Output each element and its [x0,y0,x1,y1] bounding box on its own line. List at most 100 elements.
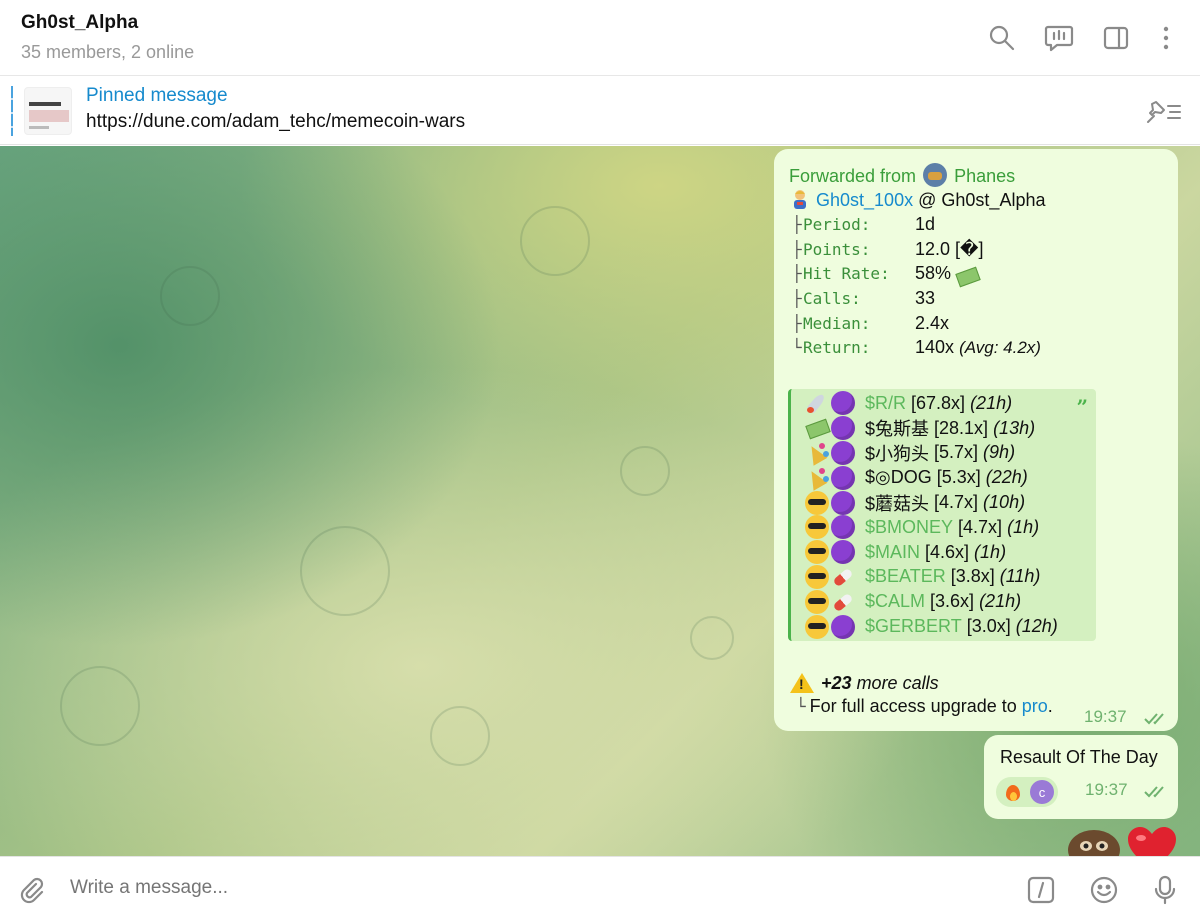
stat-key: Hit Rate: [803,264,890,284]
purple-circle-icon [831,440,855,465]
purple-circle-icon [831,515,855,540]
message-time: 19:37 [1084,707,1127,726]
sticker-message[interactable] [1064,824,1194,856]
tree-branch: ├ [792,264,802,284]
tree-branch: ├ [792,313,802,333]
call-symbol[interactable]: $BEATER [865,566,946,587]
cool-face-icon [805,540,829,565]
call-age: (11h) [999,566,1041,587]
chat-title[interactable]: Gh0st_Alpha [21,12,138,34]
stat-value-main: 140x [915,337,955,358]
purple-circle-icon [831,465,855,490]
call-multiplier: [4.7x] [934,492,979,513]
chat-member-count: 35 members, 2 online [21,42,195,62]
attach-icon[interactable] [14,873,48,907]
call-multiplier: [3.0x] [966,616,1011,637]
call-age: (12h) [1015,616,1058,637]
tree-branch: ├ [792,239,802,259]
more-vertical-icon[interactable] [1150,22,1182,54]
emoji-icon[interactable] [1087,873,1121,907]
purple-circle-icon [831,416,855,441]
stat-value-extra: (Avg: 4.2x) [959,338,1041,358]
purple-circle-icon [831,391,855,416]
party-popper-icon [805,466,829,490]
sidebar-toggle-icon[interactable] [1100,22,1132,54]
microphone-icon[interactable] [1148,873,1182,907]
call-age: (22h) [985,467,1028,488]
unpin-icon[interactable] [1144,96,1184,128]
call-symbol[interactable]: $BMONEY [865,517,953,538]
heart-icon [1128,827,1176,856]
call-age: (1h) [1007,516,1040,537]
stat-value: 58% [915,263,952,284]
purple-circle-icon [831,614,855,639]
call-symbol: $兔斯基 [865,419,930,440]
cool-face-icon [805,589,829,614]
pill-icon [831,565,855,589]
stat-value: 2.4x [915,312,950,333]
message-composer [0,856,1200,920]
sender-name-link[interactable]: Gh0st_100x [816,190,913,210]
result-message[interactable]: Resault Of The Day c 19:37 [984,735,1178,819]
cool-face-icon [805,515,829,540]
sender-group: Gh0st_Alpha [941,190,1046,210]
forward-source-name[interactable]: Phanes [954,166,1015,186]
pro-link[interactable]: pro [1022,696,1048,716]
stat-key: Period: [803,214,871,234]
stat-value: 1d [915,213,936,234]
forward-header[interactable]: Forwarded from Phanes [789,163,1015,187]
cool-face-icon [805,490,829,515]
call-symbol[interactable]: $GERBERT [865,616,962,637]
purple-circle-icon [831,490,855,515]
purple-circle-icon [831,540,855,565]
call-symbol[interactable]: $CALM [865,591,925,612]
stat-row-hit-rate: ├ Hit Rate: 58% [792,261,1041,286]
calls-quote-block: ” $R/R [67.8x] (21h) $兔斯基 [28.1x] (13h) $小狗头 [5… [788,389,1096,641]
call-multiplier: [5.7x] [934,442,979,463]
call-row: $◎DOG [5.3x] (22h) [805,465,1058,490]
tree-branch: └ [792,338,802,358]
cool-face-icon [805,614,829,639]
pinned-message-bar[interactable]: Pinned message https://dune.com/adam_teh… [0,77,1200,145]
read-double-check-icon [1144,713,1164,725]
commands-icon[interactable] [1024,873,1058,907]
call-age: (21h) [979,591,1022,612]
message-input[interactable] [70,877,970,899]
call-multiplier: [67.8x] [911,392,966,413]
call-symbol: $◎DOG [865,467,932,488]
warning-icon [789,671,814,695]
superhero-emoji-icon [789,188,811,210]
call-multiplier: [28.1x] [934,417,989,438]
more-calls-count: +23 [821,672,852,693]
call-row: $MAIN [4.6x] (1h) [805,540,1058,565]
reaction-chip[interactable]: c [996,777,1058,807]
video-chat-icon[interactable] [1043,22,1075,54]
stat-value: 140x (Avg: 4.2x) [915,337,1041,358]
tree-branch: ├ [792,288,802,308]
quote-icon: ” [1076,395,1088,419]
pinned-title: Pinned message [86,85,228,106]
message-time: 19:37 [1085,780,1128,799]
stat-value: 12.0 [�] [915,238,984,259]
call-symbol[interactable]: $R/R [865,393,906,414]
call-age: (9h) [983,442,1016,463]
stat-row-median: ├ Median: 2.4x [792,311,1041,336]
call-row: $小狗头 [5.7x] (9h) [805,440,1058,466]
call-age: (13h) [993,417,1036,438]
chat-background: Forwarded from Phanes Gh0st_100x @ Gh0st… [0,146,1200,856]
forwarded-message[interactable]: Forwarded from Phanes Gh0st_100x @ Gh0st… [774,149,1178,731]
stat-key: Points: [803,239,871,259]
call-symbol: $小狗头 [865,444,930,464]
search-icon[interactable] [986,22,1018,54]
tree-branch: ├ [792,214,802,234]
call-symbol: $蘑菇头 [865,493,930,514]
stat-key: Calls: [803,288,861,308]
tree-branch: └ [796,697,806,716]
call-symbol[interactable]: $MAIN [865,542,920,563]
call-age: (1h) [974,541,1007,562]
pinned-text: https://dune.com/adam_tehc/memecoin-wars [86,111,466,132]
stat-row-period: ├ Period: 1d [792,212,1041,237]
call-age: (10h) [983,492,1026,513]
result-message-text: Resault Of The Day [1000,747,1158,767]
money-wings-icon [805,416,829,440]
